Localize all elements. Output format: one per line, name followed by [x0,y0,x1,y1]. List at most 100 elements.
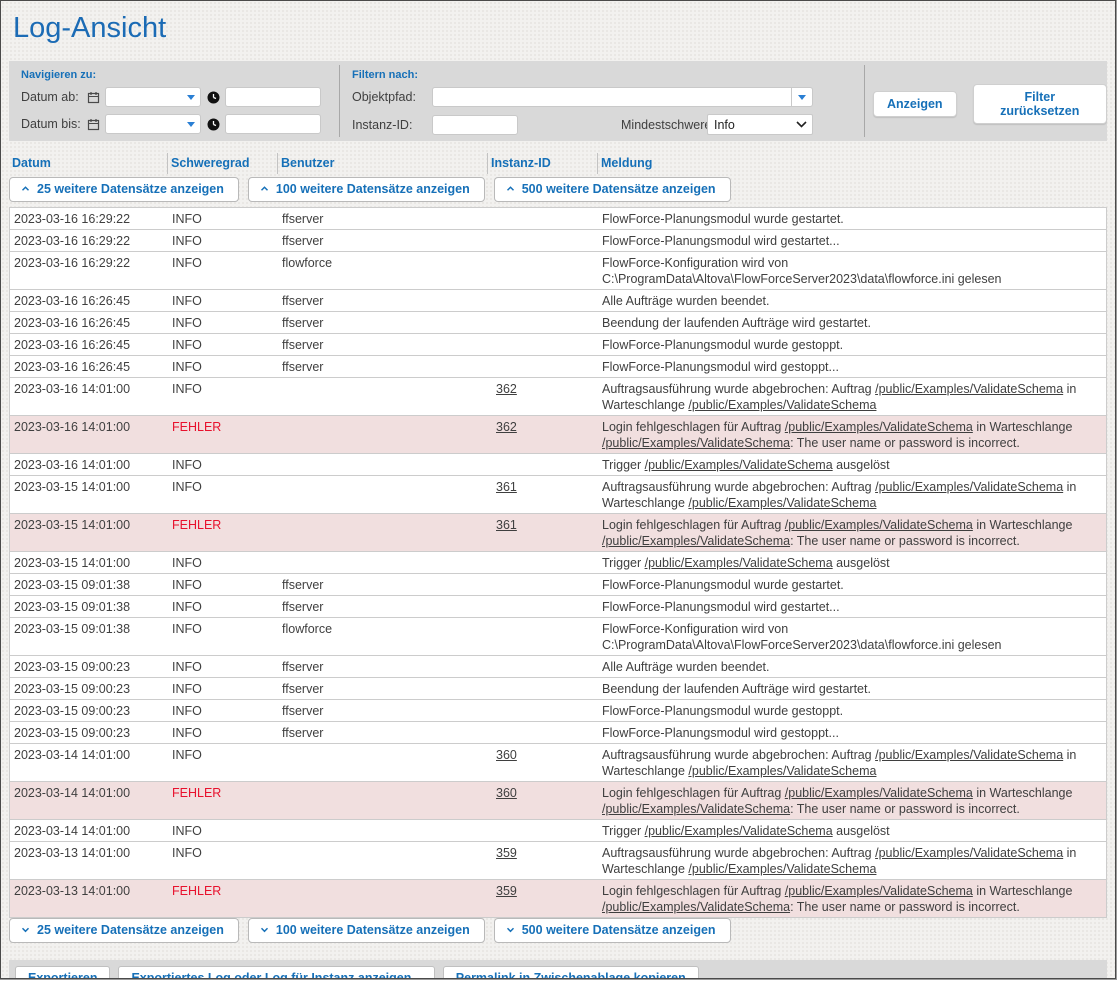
column-header-meldung[interactable]: Meldung [597,153,1107,174]
object-path-link[interactable]: /public/Examples/ValidateSchema [688,398,876,412]
cell-meldung: FlowForce-Planungsmodul wurde gestartet. [598,574,1106,595]
cell-schweregrad: INFO [168,290,278,311]
object-path-link[interactable]: /public/Examples/ValidateSchema [785,420,973,434]
instance-id-link[interactable]: 362 [496,420,517,434]
object-path-link[interactable]: /public/Examples/ValidateSchema [645,556,833,570]
column-header-schweregrad[interactable]: Schweregrad [167,153,277,174]
cell-schweregrad: INFO [168,208,278,229]
copy-permalink-button[interactable]: Permalink in Zwischenablage kopieren [443,966,699,980]
object-path-link[interactable]: /public/Examples/ValidateSchema [688,496,876,510]
cell-datum: 2023-03-14 14:01:00 [10,782,168,819]
object-path-link[interactable]: /public/Examples/ValidateSchema [688,764,876,778]
export-button[interactable]: Exportieren [15,966,110,980]
object-path-link[interactable]: /public/Examples/ValidateSchema [602,436,790,450]
object-path-link[interactable]: /public/Examples/ValidateSchema [875,382,1063,396]
cell-meldung: FlowForce-Planungsmodul wird gestoppt... [598,356,1106,377]
clock-icon[interactable] [205,89,221,105]
view-exported-log-button[interactable]: Exportiertes Log oder Log für Instanz an… [118,966,434,980]
cell-datum: 2023-03-13 14:01:00 [10,880,168,917]
cell-meldung: Trigger /public/Examples/ValidateSchema … [598,820,1106,841]
chevron-up-icon [506,186,515,192]
load-more-button[interactable]: 100 weitere Datensätze anzeigen [248,177,485,202]
load-more-button[interactable]: 100 weitere Datensätze anzeigen [248,918,485,943]
object-path-link[interactable]: /public/Examples/ValidateSchema [602,802,790,816]
object-path-link[interactable]: /public/Examples/ValidateSchema [875,748,1063,762]
load-more-label: 100 weitere Datensätze anzeigen [276,923,470,937]
time-to-input[interactable] [225,114,321,134]
cell-datum: 2023-03-14 14:01:00 [10,820,168,841]
instance-id-link[interactable]: 360 [496,786,517,800]
table-row: 2023-03-15 09:00:23INFOffserverBeendung … [10,678,1106,700]
reset-filter-button[interactable]: Filter zurücksetzen [973,84,1107,124]
cell-benutzer [278,782,488,819]
instance-id-link[interactable]: 362 [496,382,517,396]
date-to-input[interactable] [105,114,201,134]
load-more-row-bottom: 25 weitere Datensätze anzeigen 100 weiter… [9,918,1107,943]
cell-benutzer: ffserver [278,596,488,617]
cell-datum: 2023-03-15 14:01:00 [10,476,168,513]
clock-icon[interactable] [205,116,221,132]
cell-instanz-id [488,208,598,229]
instance-id-link[interactable]: 359 [496,846,517,860]
table-row: 2023-03-16 16:29:22INFOflowforceFlowForc… [10,252,1106,290]
instance-id-link[interactable]: 359 [496,884,517,898]
calendar-icon[interactable] [85,116,101,132]
cell-instanz-id [488,574,598,595]
instance-id-link[interactable]: 361 [496,480,517,494]
cell-datum: 2023-03-16 16:26:45 [10,312,168,333]
date-from-input[interactable] [105,87,201,107]
cell-schweregrad: INFO [168,378,278,415]
object-path-link[interactable]: /public/Examples/ValidateSchema [785,884,973,898]
date-from-combobox[interactable] [105,87,201,107]
page-title: Log-Ansicht [1,1,1115,59]
object-path-link[interactable]: /public/Examples/ValidateSchema [785,518,973,532]
cell-schweregrad: INFO [168,334,278,355]
load-more-button[interactable]: 25 weitere Datensätze anzeigen [9,177,239,202]
objectpath-dropdown-button[interactable] [792,87,813,107]
load-more-button[interactable]: 500 weitere Datensätze anzeigen [494,918,731,943]
load-more-button[interactable]: 500 weitere Datensätze anzeigen [494,177,731,202]
cell-schweregrad: INFO [168,596,278,617]
min-severity-value: Info [714,118,735,132]
objectpath-input[interactable] [432,87,792,107]
show-button[interactable]: Anzeigen [873,91,957,117]
table-row: 2023-03-16 14:01:00FEHLER362Login fehlge… [10,416,1106,454]
cell-datum: 2023-03-15 14:01:00 [10,552,168,573]
object-path-link[interactable]: /public/Examples/ValidateSchema [688,862,876,876]
object-path-link[interactable]: /public/Examples/ValidateSchema [645,824,833,838]
table-row: 2023-03-14 14:01:00INFOTrigger /public/E… [10,820,1106,842]
calendar-icon[interactable] [85,89,101,105]
cell-instanz-id [488,454,598,475]
table-row: 2023-03-16 16:26:45INFOffserverAlle Auft… [10,290,1106,312]
column-header-datum[interactable]: Datum [9,153,167,174]
column-header-benutzer[interactable]: Benutzer [277,153,487,174]
cell-benutzer [278,880,488,917]
object-path-link[interactable]: /public/Examples/ValidateSchema [645,458,833,472]
cell-meldung: Alle Aufträge wurden beendet. [598,290,1106,311]
actions-section: Anzeigen Filter zurücksetzen [865,61,1107,141]
instance-id-input[interactable] [432,115,518,135]
load-more-button[interactable]: 25 weitere Datensätze anzeigen [9,918,239,943]
instance-id-link[interactable]: 360 [496,748,517,762]
cell-schweregrad: INFO [168,574,278,595]
object-path-link[interactable]: /public/Examples/ValidateSchema [602,534,790,548]
cell-schweregrad: FEHLER [168,416,278,453]
object-path-link[interactable]: /public/Examples/ValidateSchema [875,846,1063,860]
column-header-instanz-id[interactable]: Instanz-ID [487,153,597,174]
cell-instanz-id: 361 [488,514,598,551]
min-severity-label: Mindestschweregrad: [621,118,701,132]
date-to-combobox[interactable] [105,114,201,134]
cell-instanz-id: 361 [488,476,598,513]
object-path-link[interactable]: /public/Examples/ValidateSchema [875,480,1063,494]
objectpath-label: Objektpfad: [352,90,432,104]
object-path-link[interactable]: /public/Examples/ValidateSchema [602,900,790,914]
object-path-link[interactable]: /public/Examples/ValidateSchema [785,786,973,800]
cell-benutzer: ffserver [278,230,488,251]
cell-schweregrad: INFO [168,312,278,333]
instance-id-link[interactable]: 361 [496,518,517,532]
min-severity-select[interactable]: Info [707,114,813,135]
cell-datum: 2023-03-15 09:00:23 [10,656,168,677]
time-from-input[interactable] [225,87,321,107]
load-more-row-top: 25 weitere Datensätze anzeigen 100 weiter… [9,177,1107,202]
table-row: 2023-03-13 14:01:00INFO359Auftragsausfüh… [10,842,1106,880]
